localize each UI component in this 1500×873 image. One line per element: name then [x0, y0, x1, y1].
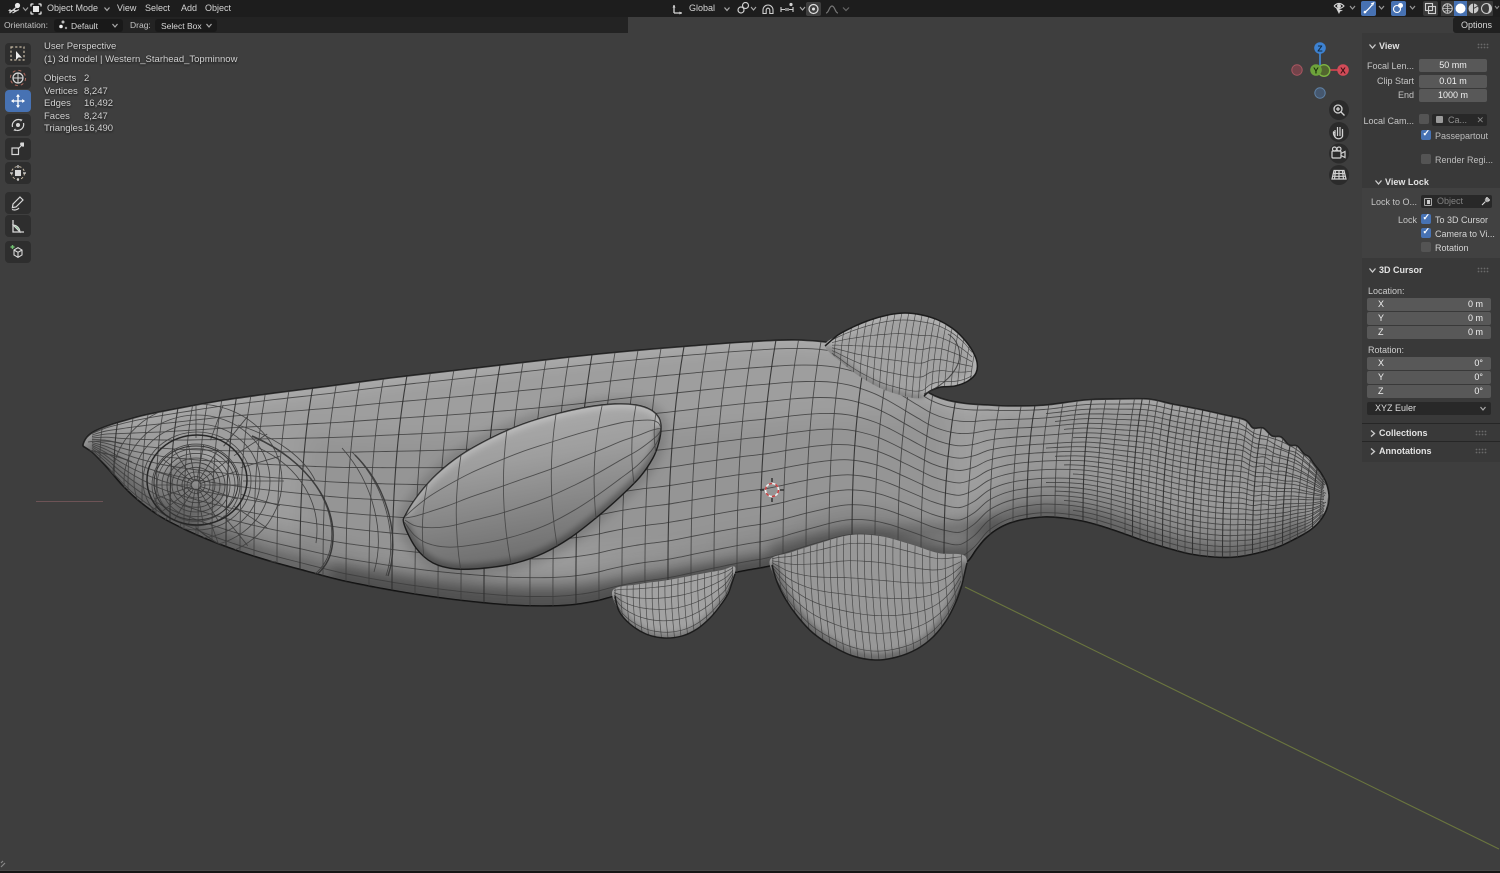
svg-text:X: X	[1340, 66, 1346, 76]
svg-text:Y: Y	[1313, 66, 1319, 76]
svg-text:Z: Z	[1317, 44, 1322, 54]
